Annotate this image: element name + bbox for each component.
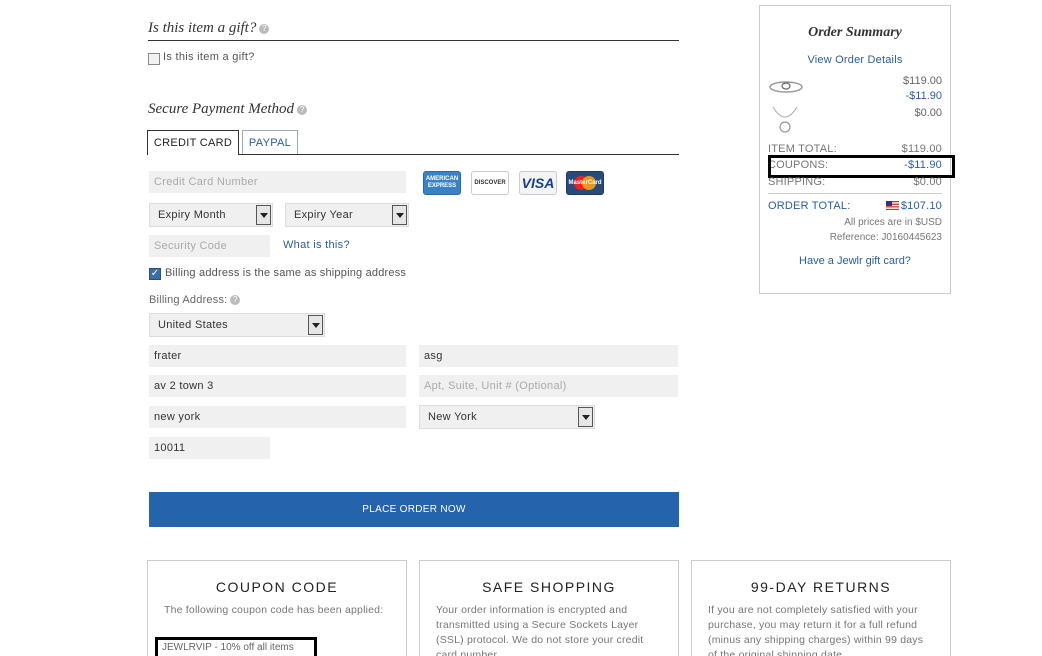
expiry-month-select[interactable]: Expiry Month (149, 203, 273, 227)
last-name-input[interactable] (419, 345, 678, 367)
what-is-this-link[interactable]: What is this? (283, 239, 350, 251)
coupon-code-title: COUPON CODE (215, 579, 339, 595)
payment-heading: Secure Payment Method? (148, 101, 308, 118)
summary-divider (768, 193, 942, 194)
zip-input[interactable] (149, 437, 270, 459)
help-icon[interactable]: ? (259, 23, 270, 34)
currency-note: All prices are in $USD (844, 217, 942, 228)
safe-shopping-text: Your order information is encrypted and … (436, 604, 644, 656)
coupon-code-text: The following coupon code has been appli… (164, 604, 384, 616)
gift-divider (148, 40, 679, 41)
card-number-input[interactable] (149, 171, 406, 193)
street-input[interactable] (149, 375, 406, 397)
billing-same-label: Billing address is the same as shipping … (165, 267, 407, 279)
security-code-input[interactable] (149, 235, 270, 257)
apt-input[interactable] (419, 375, 678, 397)
item-total-row: ITEM TOTAL: $119.00 (768, 143, 942, 155)
returns-title: 99-DAY RETURNS (750, 579, 892, 595)
amex-logo: AMERICAN EXPRESS (423, 171, 461, 195)
gift-checkbox-label: Is this item a gift? (163, 51, 255, 63)
item-2-price: $0.00 (914, 107, 942, 119)
billing-same-checkbox[interactable]: ✓ (149, 268, 161, 280)
chevron-down-icon[interactable] (308, 315, 323, 335)
necklace-product-icon (772, 106, 798, 133)
help-icon[interactable]: ? (297, 104, 308, 115)
select-value: Expiry Year (294, 209, 353, 221)
select-value: New York (428, 411, 477, 423)
item-1-price: $119.00 (903, 75, 942, 87)
shipping-row: SHIPPING: $0.00 (768, 176, 942, 188)
safe-shopping-box: SAFE SHOPPING Your order information is … (419, 560, 679, 656)
chevron-down-icon[interactable] (578, 407, 593, 427)
view-order-details-link[interactable]: View Order Details (759, 54, 951, 66)
tab-credit-card[interactable]: CREDIT CARD (147, 130, 239, 155)
place-order-button[interactable]: PLACE ORDER NOW (149, 492, 679, 527)
reference-number: Reference: J0160445623 (829, 232, 942, 243)
billing-address-label: Billing Address:? (149, 294, 241, 306)
order-total-row: ORDER TOTAL: $107.10 (768, 200, 942, 212)
state-select[interactable]: New York (419, 405, 595, 429)
item-1-discount: -$11.90 (905, 90, 943, 102)
chevron-down-icon[interactable] (256, 205, 271, 225)
returns-box: 99-DAY RETURNS If you are not completely… (691, 560, 951, 656)
applied-coupon-code: JEWLRVIP - 10% off all items (155, 637, 317, 656)
discover-logo: DISCOVER (471, 171, 509, 195)
tab-paypal[interactable]: PAYPAL (242, 130, 298, 155)
returns-text: If you are not completely satisfied with… (708, 604, 924, 656)
country-select[interactable]: United States (149, 313, 325, 337)
expiry-year-select[interactable]: Expiry Year (285, 203, 409, 227)
help-icon[interactable]: ? (230, 295, 241, 306)
order-summary-title: Order Summary (808, 25, 902, 40)
us-flag-icon (885, 201, 899, 210)
coupons-highlight-box (768, 155, 955, 178)
gift-card-link[interactable]: Have a Jewlr gift card? (759, 255, 951, 267)
tab-label: CREDIT CARD (153, 137, 233, 149)
select-value: Expiry Month (158, 209, 226, 221)
first-name-input[interactable] (149, 345, 406, 367)
visa-logo: VISA (519, 171, 557, 195)
city-input[interactable] (149, 406, 406, 428)
ring-product-icon (769, 81, 803, 93)
mastercard-logo: MasterCard (566, 171, 604, 195)
tabs-divider (239, 154, 679, 155)
select-value: United States (158, 319, 228, 331)
safe-shopping-title: SAFE SHOPPING (482, 579, 616, 595)
place-order-label: PLACE ORDER NOW (362, 504, 466, 515)
tab-label: PAYPAL (248, 137, 292, 149)
gift-heading: Is this item a gift?? (148, 20, 270, 37)
chevron-down-icon[interactable] (392, 205, 407, 225)
gift-checkbox[interactable] (148, 53, 160, 65)
